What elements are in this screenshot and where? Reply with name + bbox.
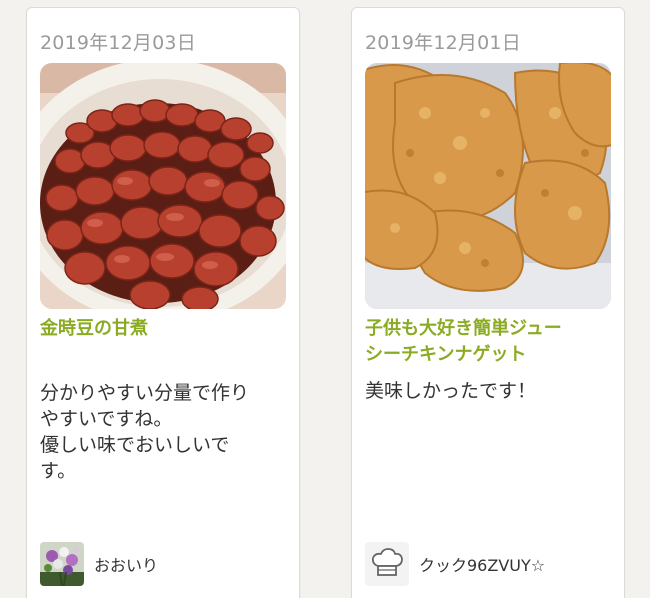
recipe-title-link[interactable]: 金時豆の甘煮	[40, 316, 290, 342]
tsukurepo-card[interactable]: 2019年12月01日 子供も大好き簡単ジュー シーチキンナゲット 美味しかった…	[351, 7, 625, 598]
comment-line: 美味しかったです！	[365, 380, 537, 402]
comment-line: 分かりやすい分量で作り	[40, 382, 250, 404]
recipe-title-link[interactable]: 子供も大好き簡単ジュー シーチキンナゲット	[365, 316, 615, 368]
comment-line: 優しい味でおいしいで	[40, 434, 230, 456]
recipe-title-line: 子供も大好き簡単ジュー	[365, 318, 562, 339]
chef-hat-avatar	[365, 542, 409, 586]
author-name: おおいり	[94, 556, 159, 575]
author-link[interactable]: クック96ZVUY☆	[365, 542, 545, 586]
kidney-beans-photo[interactable]	[40, 63, 286, 309]
tsukurepo-card[interactable]: 2019年12月03日 金時豆の甘煮 分かりやすい分量で作り やすいですね。 優…	[26, 7, 300, 598]
author-name: クック96ZVUY☆	[419, 556, 546, 575]
flower-bouquet-avatar	[40, 542, 84, 586]
tsukurepo-comment: 分かりやすい分量で作り やすいですね。 優しい味でおいしいで す。	[40, 380, 290, 484]
tsukurepo-comment: 美味しかったです！	[365, 378, 615, 404]
recipe-title-line: シーチキンナゲット	[365, 344, 527, 365]
comment-line: やすいですね。	[40, 408, 173, 430]
card-date: 2019年12月01日	[365, 32, 521, 54]
fried-chicken-nuggets-photo[interactable]	[365, 63, 611, 309]
author-link[interactable]: おおいり	[40, 542, 158, 586]
card-date: 2019年12月03日	[40, 32, 196, 54]
comment-line: す。	[40, 460, 77, 482]
